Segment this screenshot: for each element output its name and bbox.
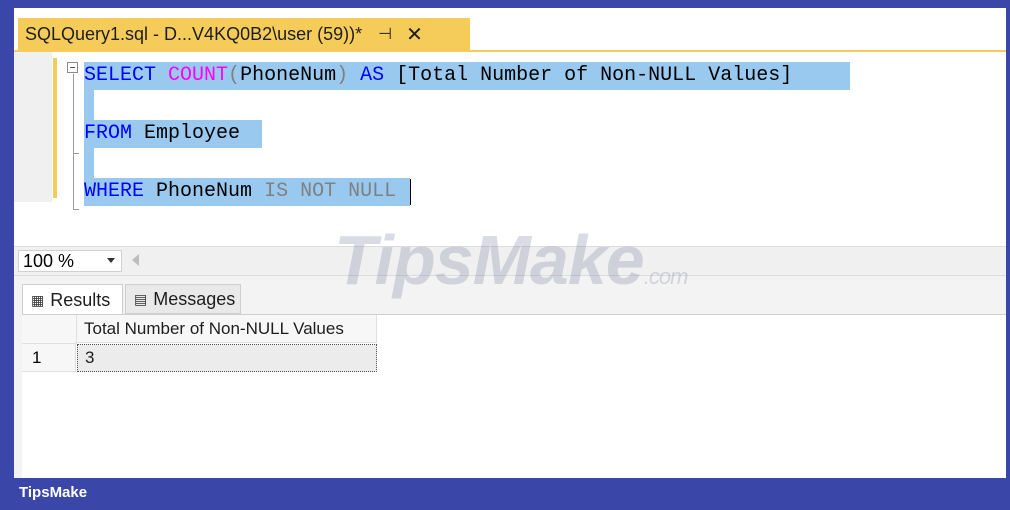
- code-line-3: WHERE PhoneNum IS NOT NULL: [84, 179, 396, 205]
- paren-open: (: [228, 64, 241, 87]
- keyword-where: WHERE: [84, 180, 145, 203]
- outline-tick: [73, 209, 79, 210]
- selection-blank-1: [84, 90, 94, 120]
- zoom-value: 100 %: [23, 251, 75, 271]
- paren-close: ): [336, 64, 349, 87]
- tab-title: SQLQuery1.sql - D...V4KQ0B2\user (59))*: [25, 23, 363, 44]
- where-column: PhoneNum: [156, 180, 253, 203]
- keyword-select: SELECT: [84, 64, 157, 87]
- text-caret: [410, 179, 411, 205]
- grid-icon: ▦: [31, 291, 45, 308]
- tab-messages[interactable]: ▤ Messages: [125, 284, 241, 314]
- query-editor[interactable]: SELECT COUNT(PhoneNum) AS [Total Number …: [14, 52, 1006, 246]
- argument: PhoneNum: [240, 64, 337, 87]
- result-cell[interactable]: 3: [77, 344, 377, 372]
- results-pane: ▦ Results ▤ Messages Total Number of Non…: [14, 276, 1006, 478]
- collapse-icon[interactable]: [67, 62, 78, 73]
- keyword-as: AS: [360, 64, 385, 87]
- pin-icon[interactable]: ⊣: [378, 24, 392, 44]
- ssms-window: SQLQuery1.sql - D...V4KQ0B2\user (59))* …: [14, 8, 1006, 478]
- table-name: Employee: [144, 122, 241, 145]
- column-header[interactable]: Total Number of Non-NULL Values: [77, 315, 377, 343]
- watermark-suffix: .com: [643, 264, 689, 289]
- watermark-text: TipsMake: [334, 221, 645, 299]
- watermark: TipsMake.com: [334, 220, 689, 300]
- column-alias: [Total Number of Non-NULL Values]: [396, 64, 793, 87]
- grid-corner[interactable]: [22, 315, 77, 344]
- keyword-from: FROM: [84, 122, 133, 145]
- tab-messages-label: Messages: [153, 288, 236, 309]
- code-line-1: SELECT COUNT(PhoneNum) AS [Total Number …: [84, 63, 792, 89]
- scroll-left-icon[interactable]: [132, 254, 139, 266]
- code-line-2: FROM Employee: [84, 121, 240, 147]
- null-check: IS NOT NULL: [264, 180, 397, 203]
- chevron-down-icon[interactable]: [107, 258, 115, 263]
- zoom-select[interactable]: 100 %: [18, 250, 122, 272]
- editor-gutter: [14, 52, 52, 202]
- function-count: COUNT: [168, 64, 229, 87]
- footer-brand: TipsMake: [19, 484, 88, 501]
- outline-line: [73, 74, 74, 210]
- outline-tick: [73, 153, 79, 154]
- selection-blank-2: [84, 148, 94, 178]
- query-document-tab[interactable]: SQLQuery1.sql - D...V4KQ0B2\user (59))* …: [18, 18, 470, 50]
- tab-results-label: Results: [50, 289, 111, 310]
- row-number[interactable]: 1: [22, 344, 76, 372]
- change-tracking-bar: [53, 58, 57, 198]
- tab-results[interactable]: ▦ Results: [22, 284, 123, 315]
- message-icon: ▤: [134, 290, 148, 307]
- close-icon[interactable]: ✕: [406, 22, 423, 47]
- results-grid[interactable]: Total Number of Non-NULL Values 1 3: [22, 314, 1006, 478]
- document-tab-strip: SQLQuery1.sql - D...V4KQ0B2\user (59))* …: [14, 8, 1006, 52]
